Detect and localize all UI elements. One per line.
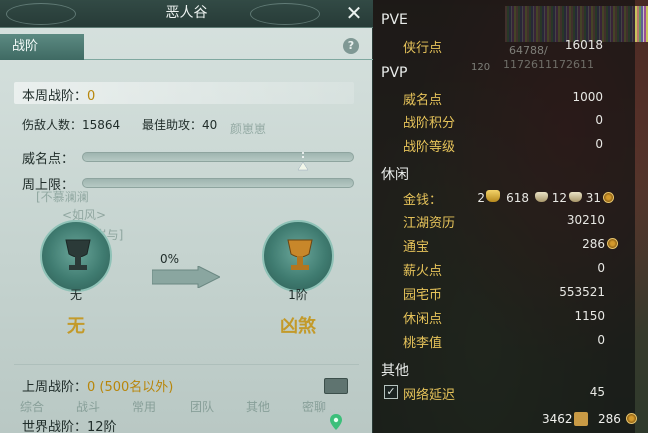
current-rank-name: 无	[69, 288, 82, 302]
cloud-ornament-left	[6, 3, 76, 25]
bg-chat-tab: 密聊	[302, 400, 327, 414]
kills-stat: 伤敌人数：15864	[22, 118, 121, 132]
stat-label: 威名点	[403, 93, 443, 108]
stat-label: 通宝	[403, 240, 430, 255]
window-title: 恶人谷	[165, 5, 208, 21]
prestige-label: 威名点：	[22, 152, 75, 167]
current-rank-medal	[40, 220, 112, 292]
rank-cup-icon	[65, 239, 91, 270]
tab-bar: 战阶 ?	[0, 34, 373, 60]
current-rank-title: 无	[67, 316, 85, 337]
divider	[14, 364, 359, 365]
stat-value: 1000	[572, 90, 603, 104]
stat-value: 0	[597, 333, 605, 347]
stat-value: 1150	[574, 309, 605, 323]
stat-value: 45	[589, 385, 605, 399]
stat-value: 0	[595, 113, 603, 127]
assist-stat: 最佳助攻：40	[142, 118, 218, 132]
footer-right-value: 286	[598, 412, 621, 426]
currency-footer: 3462 286	[534, 409, 648, 431]
mail-icon[interactable]	[324, 378, 348, 394]
money-silver-value: 618	[506, 191, 529, 205]
stat-label: 战阶等级	[403, 140, 456, 155]
stat-label: 薪火点	[403, 264, 443, 279]
footer-left-value: 3462	[542, 412, 573, 426]
stat-value: 0	[597, 261, 605, 275]
prestige-marker-icon	[296, 152, 310, 174]
money-label: 金钱：	[403, 193, 443, 208]
tab-rank-label: 战阶	[12, 39, 39, 54]
world-rank: 世界战阶：12阶	[22, 420, 117, 433]
bg-chat-tab: 综合	[20, 400, 45, 414]
close-icon[interactable]: ✕	[343, 1, 365, 25]
scene-number: 1172611172611	[503, 58, 594, 71]
tab-rank[interactable]: 战阶	[0, 34, 84, 60]
money-copper-value: 31	[585, 191, 601, 205]
stat-label: 桃李值	[403, 336, 443, 351]
weekly-cap-bar	[82, 178, 354, 188]
section-pve-header: PVE	[381, 12, 408, 28]
section-leisure-header: 休闲	[381, 167, 409, 183]
silver-ingot-icon	[569, 192, 582, 202]
window-titlebar[interactable]: 恶人谷 ✕	[0, 0, 373, 28]
bg-text: 颜崽崽	[230, 122, 267, 136]
section-pvp-header: PVP	[381, 65, 408, 81]
bg-chat-tab: 常用	[132, 400, 157, 414]
location-pin-icon[interactable]	[330, 414, 342, 430]
rank-progress-percent: 0%	[160, 252, 180, 266]
next-rank-name: 1阶	[288, 288, 308, 302]
stat-label: 战阶积分	[403, 116, 456, 131]
stat-label: 侠行点	[403, 41, 443, 56]
money-gold-value: 2	[477, 191, 485, 205]
coin-icon	[626, 413, 637, 424]
weekly-cap-label: 周上限：	[22, 178, 75, 193]
help-icon[interactable]: ?	[343, 38, 359, 54]
prestige-bar	[82, 152, 354, 162]
cloud-ornament-right	[250, 3, 320, 25]
stat-label: 江湖资历	[403, 216, 456, 231]
stat-value: 0	[595, 137, 603, 151]
bg-chat-tab: 团队	[190, 400, 215, 414]
network-latency-checkbox[interactable]: ✓	[384, 385, 398, 399]
scene-number: 64788/	[509, 44, 548, 57]
stat-value: 286	[582, 237, 605, 251]
next-rank-title: 凶煞	[280, 316, 316, 337]
bg-chat-tab: 战斗	[76, 400, 101, 414]
gold-ingot-icon	[486, 190, 500, 202]
stat-label: 休闲点	[403, 312, 443, 327]
copper-coin-icon	[603, 192, 614, 203]
progress-arrow-icon	[152, 266, 220, 288]
guild-rank-panel: 恶人谷 ✕ 战阶 ? 颜崽崽 [不慕澜澜 <如风> [岁与] 本周战阶：0 伤敌…	[0, 0, 373, 433]
stat-label: 网络延迟	[403, 388, 456, 403]
stat-value: 16018	[564, 38, 603, 52]
silver-ingot-icon	[535, 192, 548, 202]
section-other-header: 其他	[381, 363, 409, 379]
stat-label: 园宅币	[403, 288, 443, 303]
week-rank: 本周战阶：0	[22, 89, 96, 104]
boot-icon	[574, 412, 588, 426]
stat-value: 30210	[566, 213, 605, 227]
scene-number: 120	[471, 62, 491, 73]
money-silver2-value: 12	[551, 191, 567, 205]
tongbao-coin-icon	[607, 238, 618, 249]
next-rank-medal	[262, 220, 334, 292]
bg-chat-tab: 其他	[246, 400, 271, 414]
stat-value: 553521	[559, 285, 605, 299]
rank-cup-gold-icon	[287, 239, 313, 270]
character-stats-panel: 64788/ 1172611172611 120 PVE 侠行点 16018 P…	[373, 0, 635, 433]
last-week-rank: 上周战阶：0 (500名以外)	[22, 380, 174, 395]
